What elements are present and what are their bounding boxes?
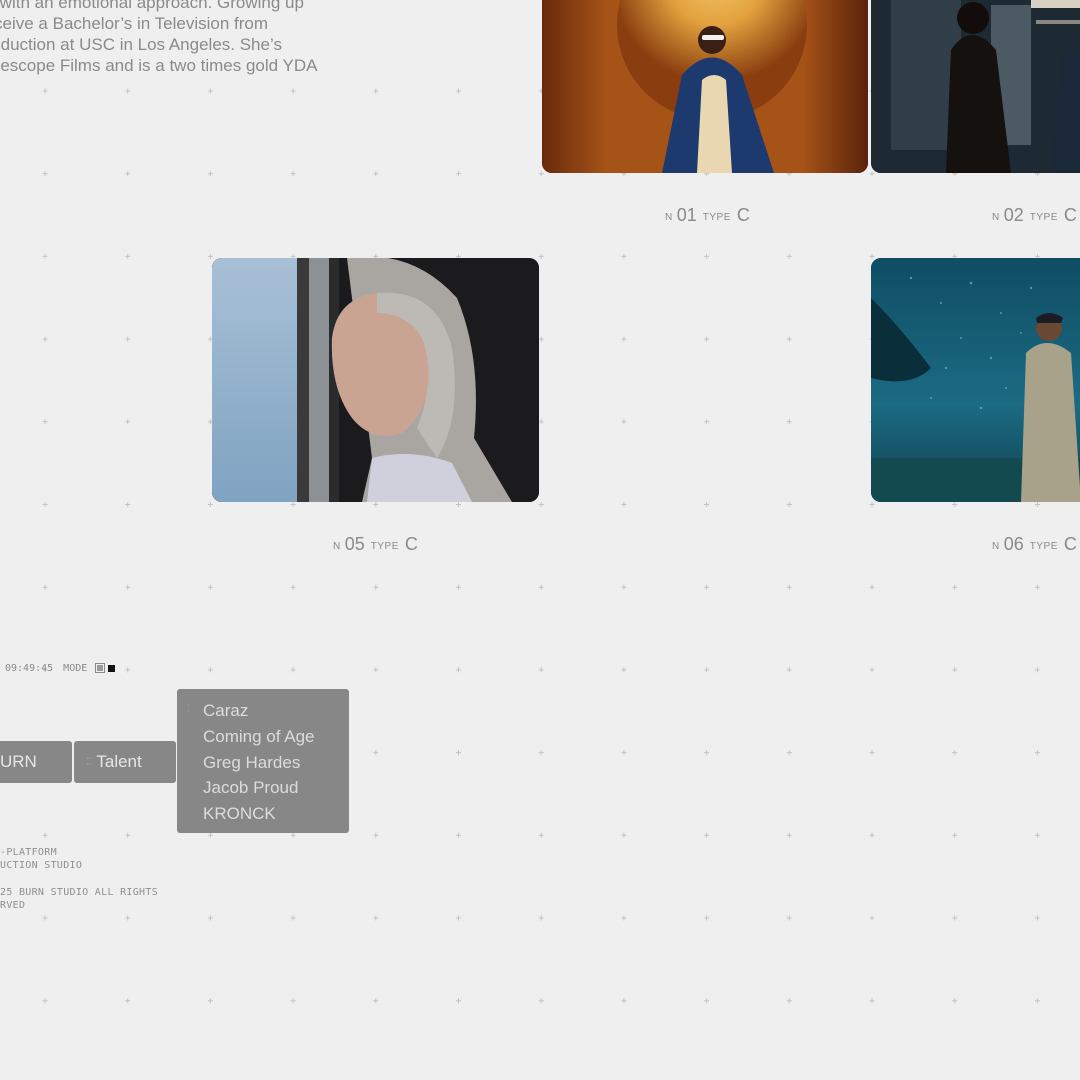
caption-type-value: C <box>404 534 418 554</box>
caption-n-label: N <box>665 212 673 223</box>
drag-handle-icon: ⁚⁚ <box>86 756 91 768</box>
mode-toggle[interactable] <box>95 663 116 673</box>
caption-number: 05 <box>344 534 365 554</box>
brand-button-label: URN <box>0 752 37 771</box>
project-thumbnail-01 <box>542 0 868 173</box>
project-tile-02[interactable] <box>871 0 1080 173</box>
talent-button-label: Talent <box>96 752 142 771</box>
grid-marks <box>42 88 1040 1004</box>
project-caption-01: N 01 TYPE C <box>665 205 750 226</box>
footer-copyright-line: RVED <box>0 900 26 911</box>
project-thumbnail-05 <box>212 258 539 502</box>
caption-type-label: TYPE <box>370 541 399 552</box>
caption-type-value: C <box>1063 205 1077 225</box>
footer-tagline: -PLATFORM UCTION STUDIO <box>0 846 82 872</box>
talent-menu: ⁚ Caraz Coming of Age Greg Hardes Jacob … <box>177 689 349 833</box>
caption-number: 06 <box>1003 534 1024 554</box>
caption-type-value: C <box>736 205 750 225</box>
footer-copyright: 25 BURN STUDIO ALL RIGHTS RVED <box>0 886 158 912</box>
caption-number: 02 <box>1003 205 1024 225</box>
caption-n-label: N <box>992 541 1000 552</box>
footer-tagline-line: -PLATFORM <box>0 847 57 858</box>
mode-light-icon[interactable] <box>95 663 106 673</box>
talent-button[interactable]: ⁚⁚ Talent <box>74 741 176 783</box>
caption-type-label: TYPE <box>1029 541 1058 552</box>
caption-number: 01 <box>676 205 697 225</box>
talent-menu-item[interactable]: Jacob Proud <box>203 775 349 801</box>
talent-menu-item[interactable]: Greg Hardes <box>203 750 349 776</box>
talent-menu-item[interactable]: KRONCK <box>203 801 349 827</box>
brand-button[interactable]: URN <box>0 741 72 783</box>
caption-type-value: C <box>1063 534 1077 554</box>
caption-type-label: TYPE <box>702 212 731 223</box>
bio-line: g Production at USC in Los Angeles. She’… <box>0 35 282 54</box>
project-thumbnail-06 <box>871 258 1080 502</box>
project-tile-01[interactable] <box>542 0 868 173</box>
page: etics with an emotional approach. Growin… <box>0 0 1080 1080</box>
talent-menu-item[interactable]: Coming of Age <box>203 724 349 750</box>
caption-type-label: TYPE <box>1029 212 1058 223</box>
project-caption-06: N 06 TYPE C <box>992 534 1077 555</box>
menu-handle-icon: ⁚ <box>187 703 190 713</box>
project-tile-05[interactable] <box>212 258 539 502</box>
bio-text: etics with an emotional approach. Growin… <box>0 0 400 76</box>
bio-line: etics with an emotional approach. Growin… <box>0 0 304 12</box>
talent-menu-item[interactable]: Caraz <box>203 698 349 724</box>
clock-time: 09:49:45 <box>5 662 54 674</box>
caption-n-label: N <box>992 212 1000 223</box>
bio-line: to receive a Bachelor’s in Television fr… <box>0 14 269 33</box>
project-caption-02: N 02 TYPE C <box>992 205 1077 226</box>
project-thumbnail-02 <box>871 0 1080 173</box>
project-caption-05: N 05 TYPE C <box>333 534 418 555</box>
bio-line: th Telescope Films and is a two times go… <box>0 56 318 75</box>
mode-label: MODE <box>63 662 88 674</box>
caption-n-label: N <box>333 541 341 552</box>
footer-copyright-line: 25 BURN STUDIO ALL RIGHTS <box>0 887 159 898</box>
project-tile-06[interactable] <box>871 258 1080 502</box>
status-bar: 09:49:45 MODE <box>5 661 116 675</box>
mode-dark-icon[interactable] <box>108 664 116 672</box>
footer-tagline-line: UCTION STUDIO <box>0 860 83 871</box>
